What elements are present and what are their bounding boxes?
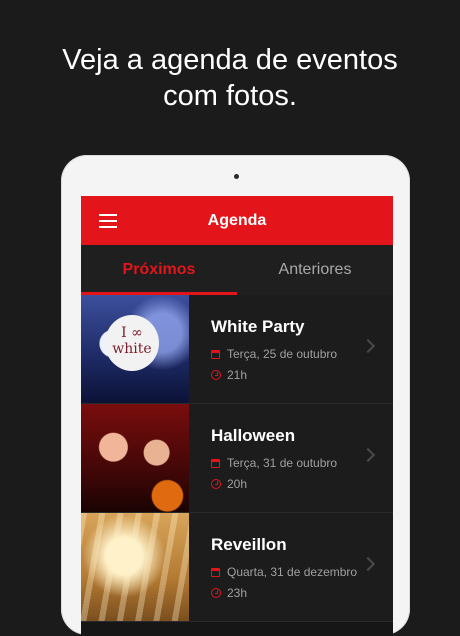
event-time-row: 20h [211,477,393,491]
event-date: Quarta, 31 de dezembro [227,565,358,579]
event-time-row: 23h [211,586,393,600]
calendar-icon [211,458,220,468]
event-title: Halloween [211,426,296,445]
tab-proximos[interactable]: Próximos [81,245,237,295]
clock-icon [211,588,221,598]
app-title: Agenda [207,211,267,229]
event-title: Reveillon [211,535,287,554]
promo-headline: Veja a agenda de eventos com fotos. [0,42,460,114]
event-photo [81,513,189,621]
clock-icon [211,479,221,489]
event-info: Halloween Terça, 31 de outubro 20h [189,404,393,512]
app-bar: Agenda [81,196,393,245]
camera-dot [234,174,239,179]
calendar-icon [211,349,220,359]
calendar-icon [211,567,220,577]
event-date: Terça, 31 de outubro [227,456,338,470]
event-card-halloween[interactable]: Halloween Terça, 31 de outubro 20h [81,404,393,513]
event-photo: I ∞ white [81,295,189,403]
promo-headline-line-2: com fotos. [163,80,297,112]
clock-icon [211,370,221,380]
event-info: Reveillon Quarta, 31 de dezembro 23h [189,513,393,621]
event-photo [81,404,189,512]
event-time: 20h [227,477,248,491]
tablet-frame: Agenda Próximos Anteriores I ∞ white Whi… [61,155,410,636]
event-card-reveillon[interactable]: Reveillon Quarta, 31 de dezembro 23h [81,513,393,622]
event-time-row: 21h [211,368,393,382]
event-date: Terça, 25 de outubro [227,347,338,361]
tab-anteriores[interactable]: Anteriores [237,245,393,295]
hamburger-menu-icon[interactable] [99,214,117,228]
app-screen: Agenda Próximos Anteriores I ∞ white Whi… [81,196,393,636]
event-time: 23h [227,586,248,600]
balloon-text: I ∞ white [105,315,159,371]
event-info: White Party Terça, 25 de outubro 21h [189,295,393,403]
event-title: White Party [211,317,305,336]
tab-bar: Próximos Anteriores [81,245,393,295]
promo-headline-line-1: Veja a agenda de eventos [62,44,398,76]
event-time: 21h [227,368,248,382]
event-card-white-party[interactable]: I ∞ white White Party Terça, 25 de outub… [81,295,393,404]
